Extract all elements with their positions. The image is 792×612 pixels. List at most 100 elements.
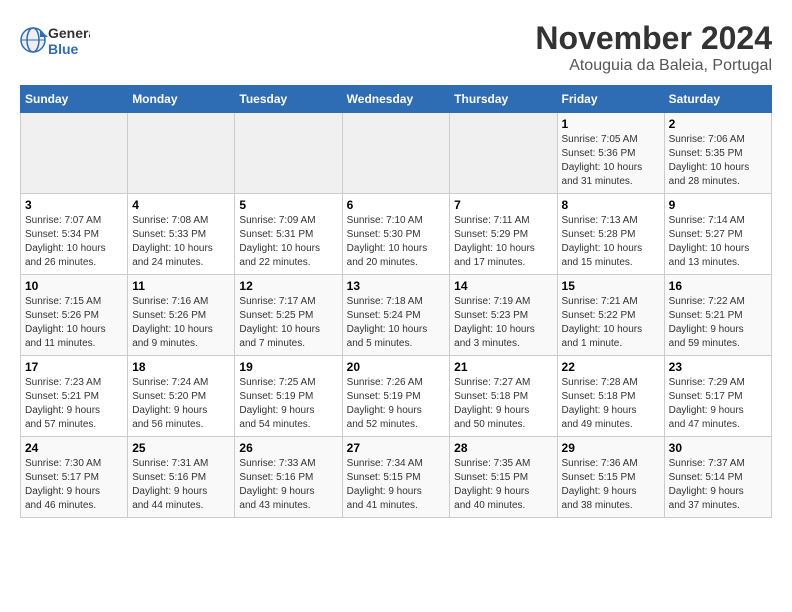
day-number: 3 <box>25 198 123 212</box>
day-number: 22 <box>562 360 660 374</box>
day-number: 24 <box>25 441 123 455</box>
calendar-cell <box>450 113 557 194</box>
day-info: Sunrise: 7:13 AM Sunset: 5:28 PM Dayligh… <box>562 214 660 270</box>
calendar-cell: 21 Sunrise: 7:27 AM Sunset: 5:18 PM Dayli… <box>450 356 557 437</box>
day-info: Sunrise: 7:11 AM Sunset: 5:29 PM Dayligh… <box>454 214 552 270</box>
calendar-cell: 9Sunrise: 7:14 AM Sunset: 5:27 PM Daylig… <box>664 194 771 275</box>
day-info: Sunrise: 7:37 AM Sunset: 5:14 PM Dayligh… <box>669 457 767 513</box>
calendar-cell <box>235 113 342 194</box>
day-info: Sunrise: 7:18 AM Sunset: 5:24 PM Dayligh… <box>347 295 446 351</box>
month-title: November 2024 <box>535 20 772 57</box>
logo: GeneralBlue <box>20 20 90 60</box>
weekday-header-row: SundayMondayTuesdayWednesdayThursdayFrid… <box>21 86 772 113</box>
calendar-cell: 26 Sunrise: 7:33 AM Sunset: 5:16 PM Dayli… <box>235 437 342 518</box>
day-info: Sunrise: 7:30 AM Sunset: 5:17 PM Dayligh… <box>25 457 123 513</box>
calendar-cell: 22Sunrise: 7:28 AM Sunset: 5:18 PM Dayli… <box>557 356 664 437</box>
calendar-cell: 12 Sunrise: 7:17 AM Sunset: 5:25 PM Dayli… <box>235 275 342 356</box>
weekday-header-wednesday: Wednesday <box>342 86 450 113</box>
day-number: 17 <box>25 360 123 374</box>
calendar-cell: 3 Sunrise: 7:07 AM Sunset: 5:34 PM Daylig… <box>21 194 128 275</box>
day-number: 10 <box>25 279 123 293</box>
title-area: November 2024 Atouguia da Baleia, Portug… <box>535 20 772 75</box>
calendar-table: SundayMondayTuesdayWednesdayThursdayFrid… <box>20 85 772 518</box>
logo-svg: GeneralBlue <box>20 20 90 60</box>
calendar-header: SundayMondayTuesdayWednesdayThursdayFrid… <box>21 86 772 113</box>
calendar-cell: 25Sunrise: 7:31 AM Sunset: 5:16 PM Dayli… <box>128 437 235 518</box>
day-number: 15 <box>562 279 660 293</box>
calendar-cell: 20Sunrise: 7:26 AM Sunset: 5:19 PM Dayli… <box>342 356 450 437</box>
day-info: Sunrise: 7:14 AM Sunset: 5:27 PM Dayligh… <box>669 214 767 270</box>
day-info: Sunrise: 7:35 AM Sunset: 5:15 PM Dayligh… <box>454 457 552 513</box>
day-info: Sunrise: 7:33 AM Sunset: 5:16 PM Dayligh… <box>239 457 337 513</box>
day-info: Sunrise: 7:34 AM Sunset: 5:15 PM Dayligh… <box>347 457 446 513</box>
calendar-cell: 19Sunrise: 7:25 AM Sunset: 5:19 PM Dayli… <box>235 356 342 437</box>
day-info: Sunrise: 7:27 AM Sunset: 5:18 PM Dayligh… <box>454 376 552 432</box>
calendar-cell: 4 Sunrise: 7:08 AM Sunset: 5:33 PM Daylig… <box>128 194 235 275</box>
day-number: 23 <box>669 360 767 374</box>
weekday-header-saturday: Saturday <box>664 86 771 113</box>
day-number: 16 <box>669 279 767 293</box>
calendar-cell: 30 Sunrise: 7:37 AM Sunset: 5:14 PM Dayli… <box>664 437 771 518</box>
calendar-cell: 23 Sunrise: 7:29 AM Sunset: 5:17 PM Dayli… <box>664 356 771 437</box>
day-number: 11 <box>132 279 230 293</box>
calendar-cell: 5Sunrise: 7:09 AM Sunset: 5:31 PM Daylig… <box>235 194 342 275</box>
calendar-cell: 1 Sunrise: 7:05 AM Sunset: 5:36 PM Daylig… <box>557 113 664 194</box>
day-number: 14 <box>454 279 552 293</box>
day-number: 13 <box>347 279 446 293</box>
day-number: 1 <box>562 117 660 131</box>
weekday-header-monday: Monday <box>128 86 235 113</box>
day-info: Sunrise: 7:17 AM Sunset: 5:25 PM Dayligh… <box>239 295 337 351</box>
day-number: 29 <box>562 441 660 455</box>
calendar-cell: 18 Sunrise: 7:24 AM Sunset: 5:20 PM Dayli… <box>128 356 235 437</box>
day-number: 20 <box>347 360 446 374</box>
calendar-cell: 27 Sunrise: 7:34 AM Sunset: 5:15 PM Dayli… <box>342 437 450 518</box>
weekday-header-tuesday: Tuesday <box>235 86 342 113</box>
day-info: Sunrise: 7:23 AM Sunset: 5:21 PM Dayligh… <box>25 376 123 432</box>
calendar-cell: 8 Sunrise: 7:13 AM Sunset: 5:28 PM Daylig… <box>557 194 664 275</box>
day-number: 8 <box>562 198 660 212</box>
day-info: Sunrise: 7:36 AM Sunset: 5:15 PM Dayligh… <box>562 457 660 513</box>
day-info: Sunrise: 7:19 AM Sunset: 5:23 PM Dayligh… <box>454 295 552 351</box>
day-number: 27 <box>347 441 446 455</box>
svg-text:General: General <box>48 25 90 41</box>
calendar-body: 1 Sunrise: 7:05 AM Sunset: 5:36 PM Daylig… <box>21 113 772 518</box>
day-info: Sunrise: 7:22 AM Sunset: 5:21 PM Dayligh… <box>669 295 767 351</box>
calendar-week-1: 1 Sunrise: 7:05 AM Sunset: 5:36 PM Daylig… <box>21 113 772 194</box>
calendar-cell: 14 Sunrise: 7:19 AM Sunset: 5:23 PM Dayli… <box>450 275 557 356</box>
day-info: Sunrise: 7:05 AM Sunset: 5:36 PM Dayligh… <box>562 133 660 189</box>
weekday-header-thursday: Thursday <box>450 86 557 113</box>
day-info: Sunrise: 7:08 AM Sunset: 5:33 PM Dayligh… <box>132 214 230 270</box>
day-number: 18 <box>132 360 230 374</box>
calendar-cell: 10 Sunrise: 7:15 AM Sunset: 5:26 PM Dayli… <box>21 275 128 356</box>
day-number: 2 <box>669 117 767 131</box>
day-number: 7 <box>454 198 552 212</box>
calendar-week-2: 3 Sunrise: 7:07 AM Sunset: 5:34 PM Daylig… <box>21 194 772 275</box>
day-number: 6 <box>347 198 446 212</box>
day-info: Sunrise: 7:25 AM Sunset: 5:19 PM Dayligh… <box>239 376 337 432</box>
location-subtitle: Atouguia da Baleia, Portugal <box>535 57 772 75</box>
day-number: 21 <box>454 360 552 374</box>
day-info: Sunrise: 7:29 AM Sunset: 5:17 PM Dayligh… <box>669 376 767 432</box>
calendar-week-5: 24 Sunrise: 7:30 AM Sunset: 5:17 PM Dayli… <box>21 437 772 518</box>
day-number: 30 <box>669 441 767 455</box>
calendar-cell: 17 Sunrise: 7:23 AM Sunset: 5:21 PM Dayli… <box>21 356 128 437</box>
calendar-cell: 13 Sunrise: 7:18 AM Sunset: 5:24 PM Dayli… <box>342 275 450 356</box>
day-info: Sunrise: 7:07 AM Sunset: 5:34 PM Dayligh… <box>25 214 123 270</box>
weekday-header-sunday: Sunday <box>21 86 128 113</box>
day-number: 4 <box>132 198 230 212</box>
day-info: Sunrise: 7:24 AM Sunset: 5:20 PM Dayligh… <box>132 376 230 432</box>
calendar-cell <box>342 113 450 194</box>
day-number: 5 <box>239 198 337 212</box>
day-info: Sunrise: 7:06 AM Sunset: 5:35 PM Dayligh… <box>669 133 767 189</box>
day-info: Sunrise: 7:16 AM Sunset: 5:26 PM Dayligh… <box>132 295 230 351</box>
calendar-cell: 11 Sunrise: 7:16 AM Sunset: 5:26 PM Dayli… <box>128 275 235 356</box>
day-info: Sunrise: 7:15 AM Sunset: 5:26 PM Dayligh… <box>25 295 123 351</box>
calendar-week-3: 10 Sunrise: 7:15 AM Sunset: 5:26 PM Dayli… <box>21 275 772 356</box>
day-number: 26 <box>239 441 337 455</box>
calendar-cell: 28Sunrise: 7:35 AM Sunset: 5:15 PM Dayli… <box>450 437 557 518</box>
weekday-header-friday: Friday <box>557 86 664 113</box>
day-number: 25 <box>132 441 230 455</box>
calendar-cell: 15Sunrise: 7:21 AM Sunset: 5:22 PM Dayli… <box>557 275 664 356</box>
calendar-cell: 29 Sunrise: 7:36 AM Sunset: 5:15 PM Dayli… <box>557 437 664 518</box>
day-number: 12 <box>239 279 337 293</box>
